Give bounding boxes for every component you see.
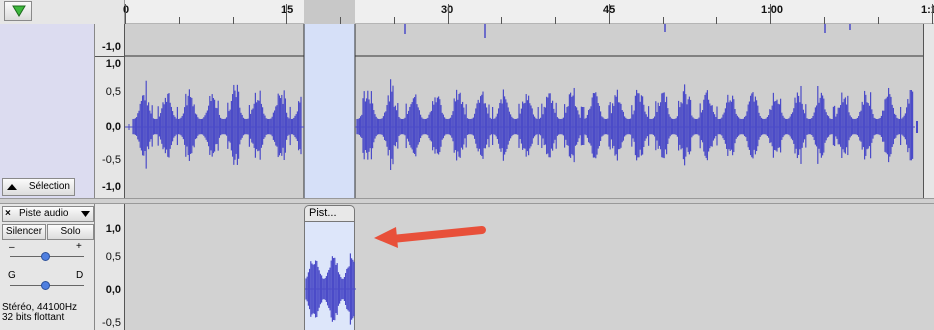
- ruler-tick: [716, 17, 717, 24]
- ruler-tick: [394, 17, 395, 24]
- track1-vertical-ruler: -1,0 1,0 0,5 0,0 -0,5 -1,0: [95, 24, 125, 198]
- ruler-tick: [501, 17, 502, 24]
- play-triangle-icon: [12, 5, 26, 17]
- play-button[interactable]: [4, 1, 32, 21]
- ruler-tick: [770, 4, 771, 24]
- close-track-button[interactable]: ×: [5, 207, 11, 221]
- scale-label: -1,0: [102, 41, 121, 53]
- gain-minus-label: –: [9, 242, 15, 253]
- clip-waveform-graphic: [305, 253, 356, 325]
- waveform-graphic: [125, 24, 923, 198]
- gain-plus-label: +: [76, 241, 82, 252]
- scale-label: -0,5: [102, 154, 121, 166]
- scale-label: -0,5: [102, 317, 121, 329]
- ruler-tick: [878, 17, 879, 24]
- ruler-tick: [555, 17, 556, 24]
- ruler-tick: [125, 4, 126, 24]
- ruler-tick: [448, 4, 449, 24]
- scale-label: 1,0: [105, 223, 121, 235]
- solo-button[interactable]: Solo: [47, 224, 94, 240]
- pan-left-label: G: [8, 270, 16, 281]
- selection-button[interactable]: Sélection: [2, 178, 75, 196]
- scale-label: -1,0: [102, 181, 121, 193]
- clip-name: Pist...: [309, 207, 337, 219]
- annotation-arrow-icon: [374, 226, 486, 248]
- ruler-tick: [233, 17, 234, 24]
- scale-label: 0,0: [105, 121, 121, 133]
- scale-label: 1,0: [105, 58, 121, 70]
- track2-control-panel[interactable]: × Piste audio Silencer Solo – + G D Stér…: [0, 204, 95, 330]
- pan-slider-knob[interactable]: [41, 281, 50, 290]
- ruler-selection-region: [304, 0, 355, 24]
- scale-label: 0,5: [105, 251, 121, 263]
- track1-control-panel[interactable]: Sélection: [0, 24, 95, 198]
- ruler-left-panel: [0, 0, 125, 24]
- ruler-tick: [932, 4, 933, 24]
- selection-button-label: Sélection: [28, 181, 70, 192]
- arrow-head: [374, 227, 398, 248]
- selection-band: [304, 24, 355, 198]
- track2-vertical-ruler: 1,0 0,5 0,0 -0,5: [95, 204, 125, 330]
- tick-label: 15: [281, 4, 294, 16]
- ruler-tick: [824, 17, 825, 24]
- track-bitdepth-info: 32 bits flottant: [2, 312, 65, 323]
- ruler-tick: [286, 4, 287, 24]
- tick-label: 0: [123, 4, 130, 16]
- audio-clip[interactable]: Pist...: [304, 204, 356, 330]
- scale-label: 0,0: [105, 284, 121, 296]
- ruler-tick: [340, 17, 341, 24]
- dropdown-triangle-icon[interactable]: [81, 211, 90, 217]
- scale-label: 0,5: [105, 86, 121, 98]
- track1-waveform[interactable]: [125, 24, 923, 198]
- tick-label: 1:00: [761, 4, 784, 16]
- collapse-arrow-icon: [7, 184, 17, 190]
- ruler-tick: [663, 17, 664, 24]
- track1-right-edge: [923, 24, 934, 198]
- track-name: Piste audio: [19, 208, 69, 219]
- ruler-tick: [179, 17, 180, 24]
- pan-right-label: D: [76, 270, 84, 281]
- arrow-shaft: [388, 226, 486, 243]
- track2-waveform-area[interactable]: [125, 204, 934, 330]
- mute-button[interactable]: Silencer: [2, 224, 46, 240]
- ruler-tick: [609, 4, 610, 24]
- timeline-ruler[interactable]: 0 15 30 45 1:00 1:1: [0, 0, 934, 24]
- divider: [95, 56, 125, 57]
- clip-body[interactable]: [304, 222, 356, 330]
- clip-title-bar[interactable]: Pist...: [304, 205, 355, 222]
- track-name-button[interactable]: × Piste audio: [2, 206, 94, 222]
- gain-slider-knob[interactable]: [41, 252, 50, 261]
